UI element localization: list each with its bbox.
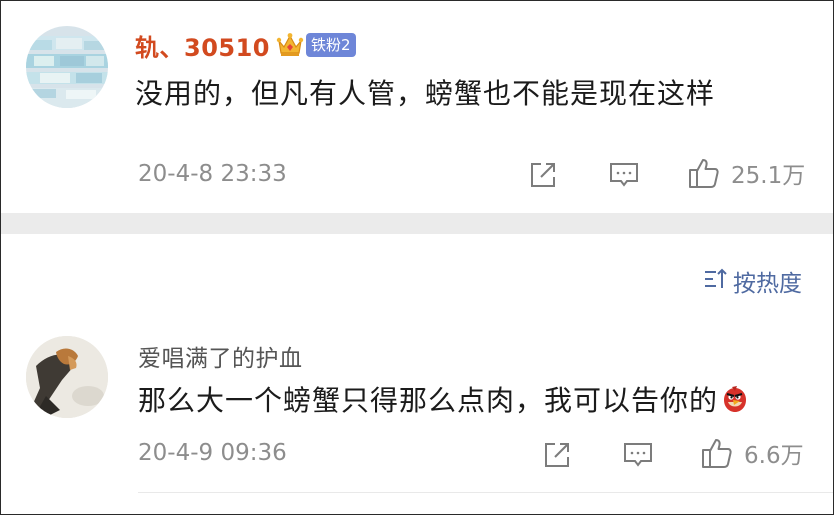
username[interactable]: 爱唱满了的护血 <box>138 339 303 373</box>
thumbs-up-icon <box>700 436 734 470</box>
username[interactable]: 轨、30510 <box>135 28 270 63</box>
like-count: 6.6万 <box>744 443 804 469</box>
comment-item: 轨、30510 铁粉2 没用的，但凡有人管，螃蟹也不能是现在这样 20-4-8 … <box>1 1 833 213</box>
timestamp: 20-4-9 09:36 <box>138 440 287 466</box>
angry-bird-emoji <box>720 385 750 415</box>
sort-icon <box>703 267 729 295</box>
like-button[interactable]: 6.6万 <box>700 436 804 470</box>
section-divider <box>1 213 833 234</box>
like-button[interactable]: 25.1万 <box>687 156 805 190</box>
crown-icon <box>276 32 304 58</box>
comment-list: 轨、30510 铁粉2 没用的，但凡有人管，螃蟹也不能是现在这样 20-4-8 … <box>0 0 834 515</box>
avatar[interactable] <box>26 26 108 108</box>
reply-button[interactable] <box>622 440 654 470</box>
comment-text: 那么大一个螃蟹只得那么点肉，我可以告你的 <box>138 379 750 419</box>
sort-toggle[interactable]: 按热度 <box>703 264 802 298</box>
comment-icon <box>608 160 640 190</box>
avatar[interactable] <box>26 336 108 418</box>
sort-label: 按热度 <box>733 271 802 297</box>
reply-button[interactable] <box>608 160 640 190</box>
comment-text-body: 那么大一个螃蟹只得那么点肉，我可以告你的 <box>138 384 719 417</box>
name-row: 爱唱满了的护血 <box>138 339 303 373</box>
comment-icon <box>622 440 654 470</box>
share-icon <box>542 440 572 470</box>
divider <box>138 492 833 493</box>
fan-badge[interactable]: 铁粉2 <box>306 33 356 57</box>
name-row: 轨、30510 铁粉2 <box>135 27 356 63</box>
comment-item: 爱唱满了的护血 那么大一个螃蟹只得那么点肉，我可以告你的 20-4-9 09:3… <box>1 319 833 514</box>
share-icon <box>528 160 558 190</box>
thumbs-up-icon <box>687 156 721 190</box>
comment-text: 没用的，但凡有人管，螃蟹也不能是现在这样 <box>135 77 716 110</box>
share-button[interactable] <box>528 160 558 190</box>
share-button[interactable] <box>542 440 572 470</box>
like-count: 25.1万 <box>731 163 806 189</box>
timestamp: 20-4-8 23:33 <box>138 161 287 187</box>
